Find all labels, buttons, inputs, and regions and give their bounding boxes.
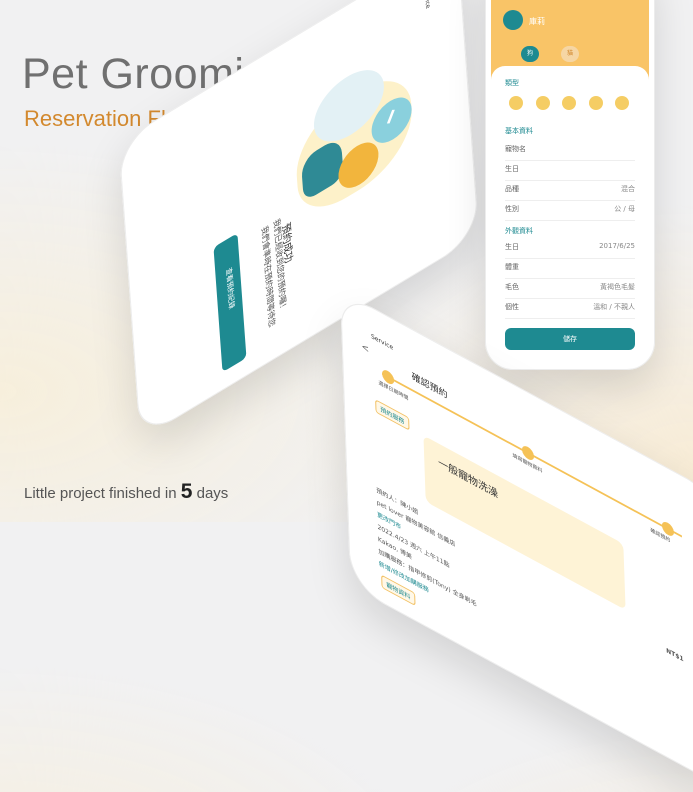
field-birthday[interactable]: 生日 <box>505 164 635 181</box>
view-records-label: 查看預約紀錄 <box>224 266 236 312</box>
view-records-button[interactable]: 查看預約紀錄 <box>213 233 247 373</box>
footer-note: Little project finished in 5 days <box>24 480 228 504</box>
phone-form-mockup: 庫莉 狗 貓 類型 基本資料 寵物名 生日 品種 混合 性別 公 / 母 外觀資料 … <box>485 0 655 370</box>
section-basic: 基本資料 <box>505 127 533 135</box>
field-breed[interactable]: 品種 混合 <box>505 184 635 201</box>
field-label: 品種 <box>505 185 519 193</box>
mouse-type-icon[interactable] <box>588 96 603 110</box>
field-appearance-birthday[interactable]: 生日 2017/6/25 <box>505 242 635 259</box>
phone-form-screen: 庫莉 狗 貓 類型 基本資料 寵物名 生日 品種 混合 性別 公 / 母 外觀資料 … <box>491 0 649 364</box>
field-label: 生日 <box>505 243 519 251</box>
phone-confirm-screen: Service < 確認預約 選擇日期時間 填寫寵物資料 確認預約 預約服務 一… <box>350 305 693 777</box>
footer-prefix: Little project finished in <box>24 485 177 502</box>
cat-type-icon[interactable] <box>535 96 550 110</box>
tab-cat[interactable]: 貓 <box>561 46 580 62</box>
field-personality[interactable]: 個性 溫和 / 不親人 <box>505 302 635 319</box>
field-value: 黃褐色毛髮 <box>600 283 635 291</box>
footer-suffix: days <box>196 485 229 502</box>
section-appearance: 外觀資料 <box>505 227 533 235</box>
field-label: 性別 <box>505 205 519 213</box>
service-name: 一般寵物洗澡 <box>437 457 499 501</box>
footer-number: 5 <box>180 480 193 503</box>
field-value: 2017/6/25 <box>599 242 635 250</box>
field-pet-name[interactable]: 寵物名 <box>505 144 635 161</box>
dog-type-icon[interactable] <box>509 96 523 110</box>
badge-service: 預約服務 <box>375 399 410 431</box>
tab-dog[interactable]: 狗 <box>521 46 540 62</box>
status-bar: Service <box>423 0 432 11</box>
field-weight[interactable]: 體重 <box>505 262 635 279</box>
field-value: 溫和 / 不親人 <box>593 303 635 311</box>
bird-type-icon[interactable] <box>615 96 629 110</box>
section-pet-type: 類型 <box>505 79 519 87</box>
field-label: 寵物名 <box>505 145 526 153</box>
user-name: 庫莉 <box>529 17 545 26</box>
form-card: 類型 基本資料 寵物名 生日 品種 混合 性別 公 / 母 外觀資料 生日 2017/… <box>491 66 649 364</box>
confirm-title: 確認預約 <box>411 371 448 402</box>
field-label: 個性 <box>505 303 519 311</box>
price: NT$1 <box>666 646 684 664</box>
rabbit-type-icon[interactable] <box>562 96 576 110</box>
field-value: 混合 <box>621 185 635 193</box>
back-icon[interactable]: < <box>361 342 369 356</box>
field-value: 公 / 母 <box>614 205 635 213</box>
pet-type-picker <box>509 96 629 110</box>
status-bar: Service <box>370 332 394 352</box>
field-label: 生日 <box>505 165 519 173</box>
field-label: 毛色 <box>505 283 519 291</box>
field-fur[interactable]: 毛色 黃褐色毛髮 <box>505 282 635 299</box>
field-label: 體重 <box>505 263 519 271</box>
field-gender[interactable]: 性別 公 / 母 <box>505 204 635 221</box>
save-button[interactable]: 儲存 <box>505 328 635 350</box>
avatar[interactable] <box>503 10 523 30</box>
